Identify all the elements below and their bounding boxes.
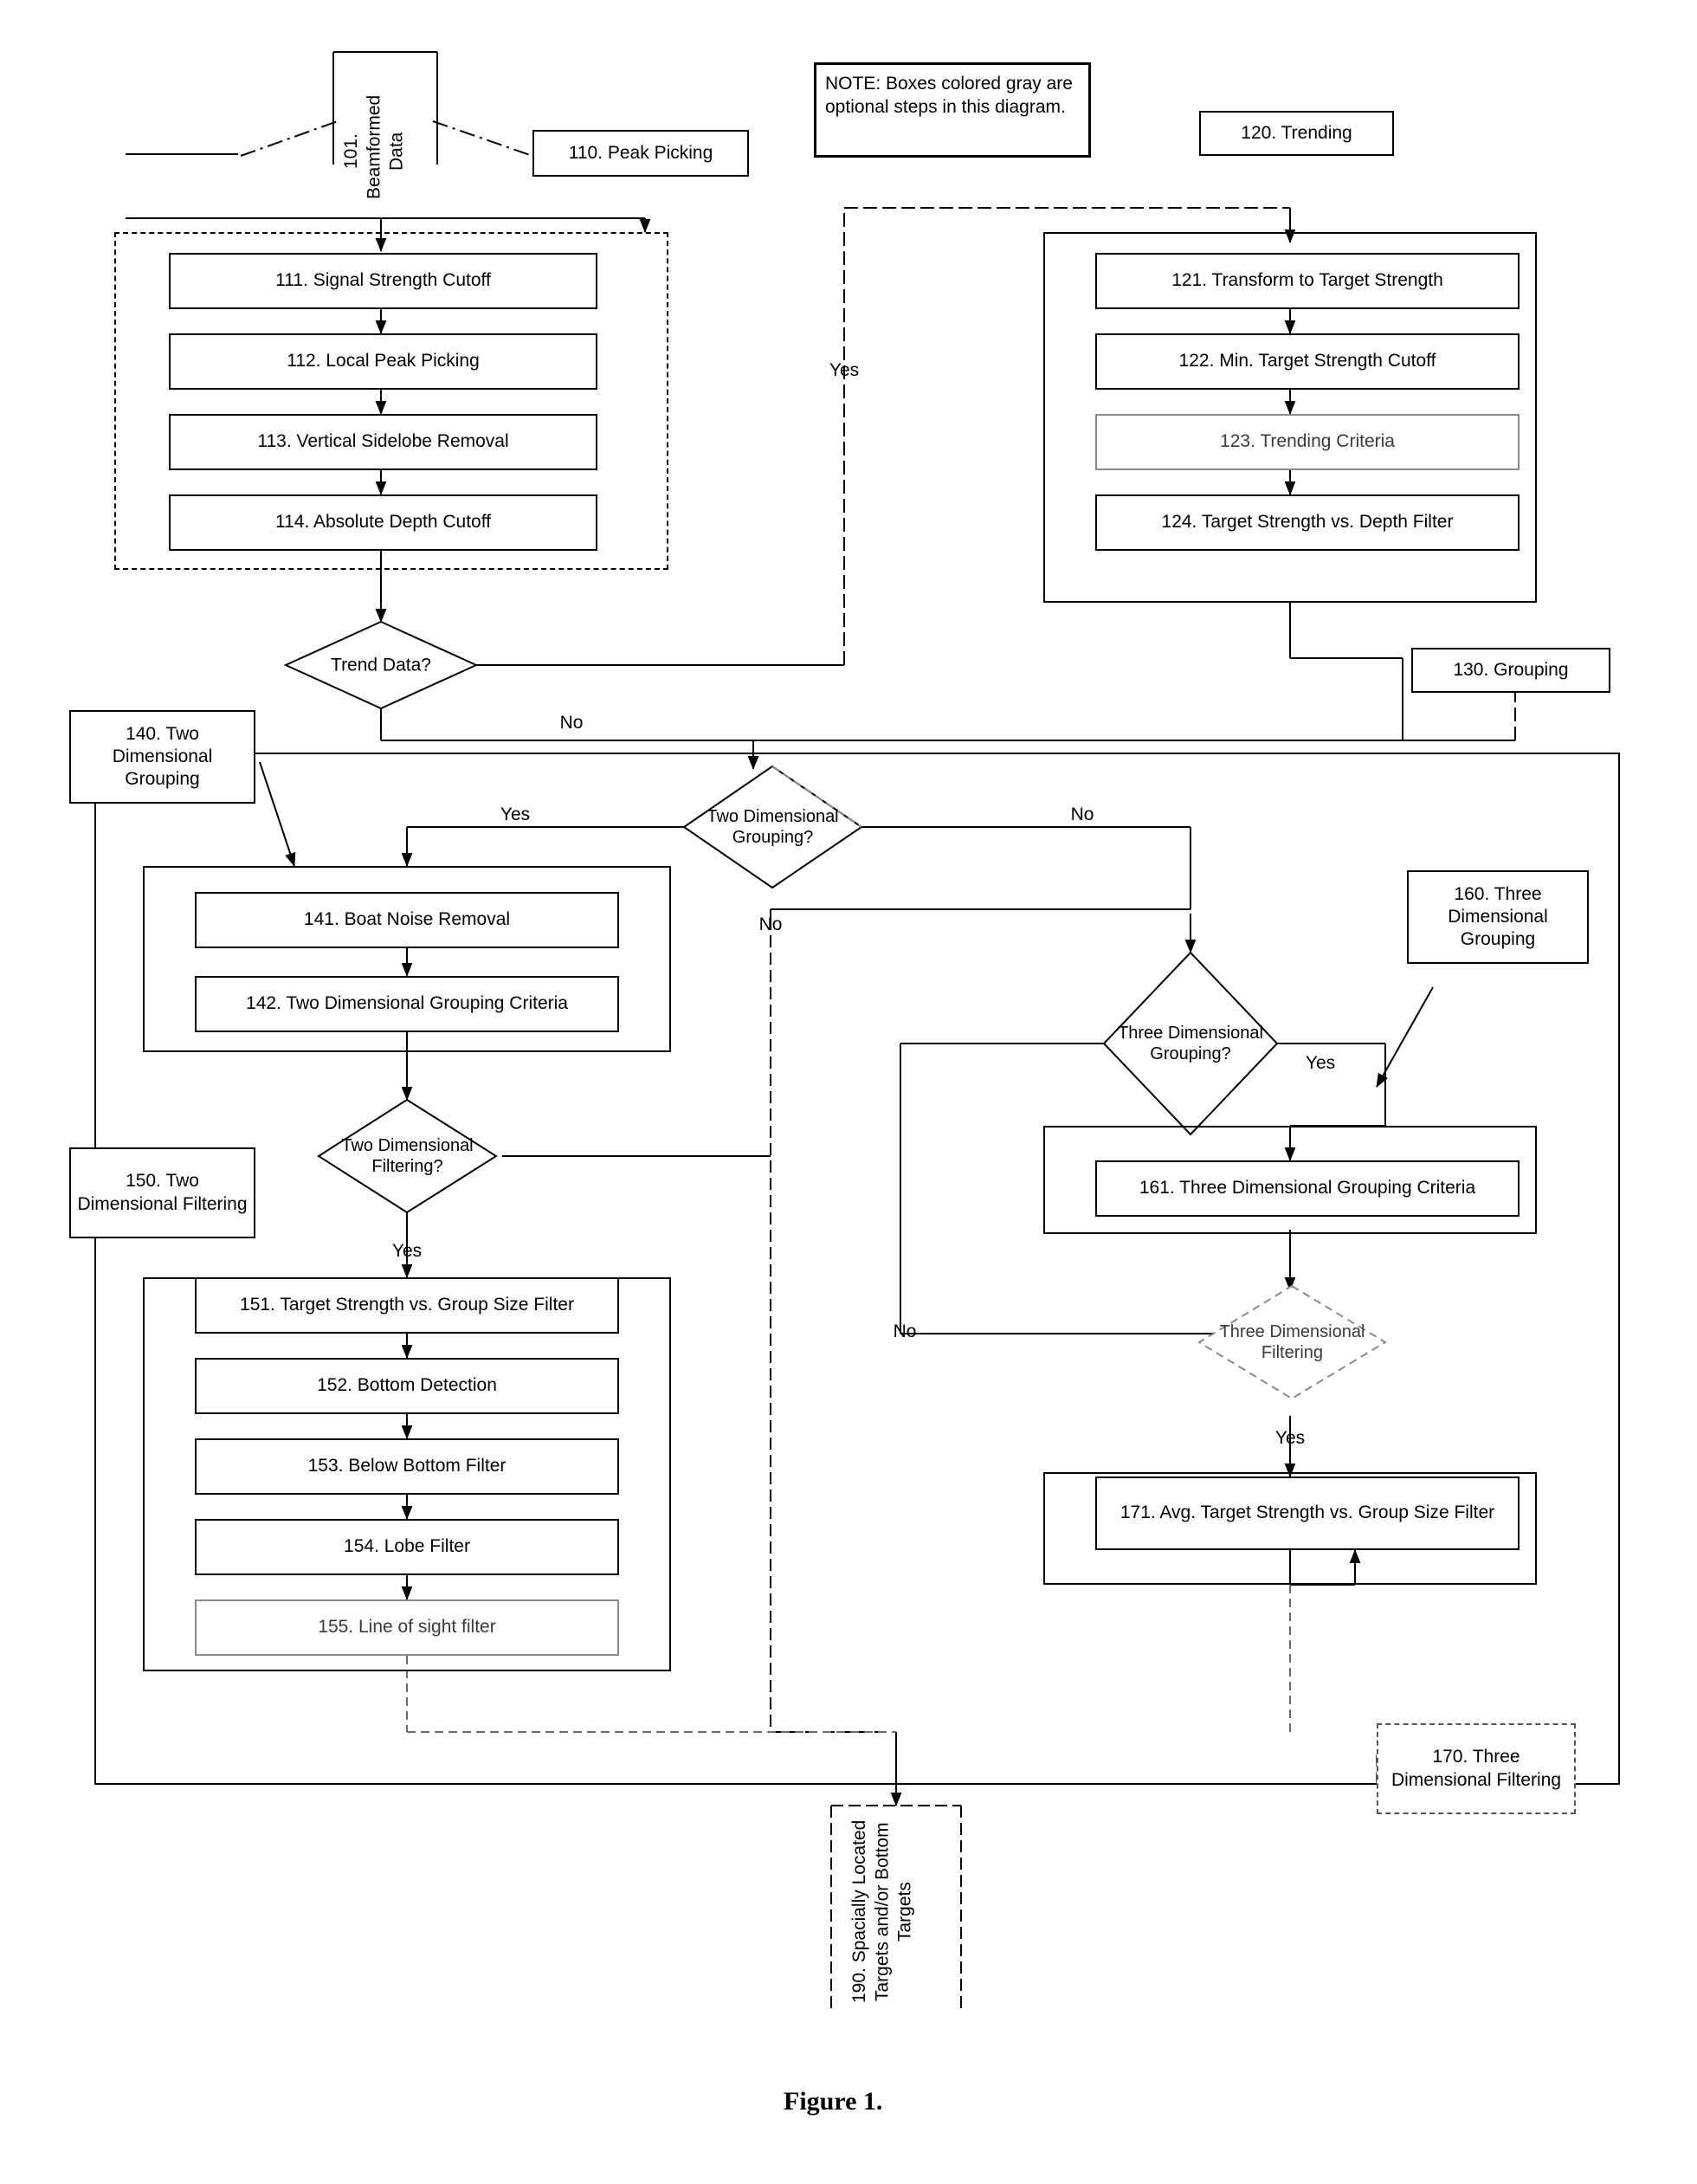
step-155: 155. Line of sight filter xyxy=(195,1599,619,1656)
step-161: 161. Three Dimensional Grouping Criteria xyxy=(1095,1160,1520,1217)
label-no-2dg-down: No xyxy=(758,914,783,934)
section-peak-picking: 110. Peak Picking xyxy=(532,130,749,177)
step-124: 124. Target Strength vs. Depth Filter xyxy=(1095,494,1520,551)
label-yes-trend: Yes xyxy=(829,360,860,380)
step-112: 112. Local Peak Picking xyxy=(169,333,597,390)
label-no-trend: No xyxy=(559,713,584,733)
label-no-2dg: No xyxy=(1070,804,1094,824)
step-111: 111. Signal Strength Cutoff xyxy=(169,253,597,309)
step-113: 113. Vertical Sidelobe Removal xyxy=(169,414,597,470)
label-yes-3df: Yes xyxy=(1274,1428,1306,1448)
decision-three-dim-grouping: Three Dimensional Grouping? xyxy=(1102,951,1279,1136)
section-two-dimensional-filtering: 150. Two Dimensional Filtering xyxy=(69,1147,255,1238)
step-152: 152. Bottom Detection xyxy=(195,1358,619,1414)
section-two-dimensional-grouping: 140. Two Dimensional Grouping xyxy=(69,710,255,804)
section-three-dimensional-filtering: 170. Three Dimensional Filtering xyxy=(1377,1723,1576,1814)
decision-trend-data: Trend Data? xyxy=(283,620,479,710)
output-label: 190. Spacially Located Targets and/or Bo… xyxy=(849,1819,915,2004)
step-114: 114. Absolute Depth Cutoff xyxy=(169,494,597,551)
decision-three-dim-filtering: Three Dimensional Filtering xyxy=(1197,1284,1387,1400)
figure-canvas: 101. Beamformed Data NOTE: Boxes colored… xyxy=(0,0,1697,2184)
step-123: 123. Trending Criteria xyxy=(1095,414,1520,470)
step-171: 171. Avg. Target Strength vs. Group Size… xyxy=(1095,1476,1520,1550)
label-yes-3dg: Yes xyxy=(1305,1053,1336,1073)
step-151: 151. Target Strength vs. Group Size Filt… xyxy=(195,1277,619,1334)
note-box: NOTE: Boxes colored gray are optional st… xyxy=(814,62,1091,158)
beamformed-data-label: 101. Beamformed Data xyxy=(341,94,407,199)
step-141: 141. Boat Noise Removal xyxy=(195,892,619,948)
label-yes-2df: Yes xyxy=(391,1241,423,1261)
step-153: 153. Below Bottom Filter xyxy=(195,1438,619,1495)
section-three-dimensional-grouping: 160. Three Dimensional Grouping xyxy=(1407,870,1589,964)
step-122: 122. Min. Target Strength Cutoff xyxy=(1095,333,1520,390)
section-trending: 120. Trending xyxy=(1199,111,1394,156)
figure-caption: Figure 1. xyxy=(784,2087,883,2116)
decision-two-dim-filtering: Two Dimensional Filtering? xyxy=(317,1098,498,1214)
decision-two-dim-grouping: Two Dimensional Grouping? xyxy=(682,765,863,889)
label-yes-2dg: Yes xyxy=(500,804,531,824)
section-grouping: 130. Grouping xyxy=(1411,648,1610,693)
step-142: 142. Two Dimensional Grouping Criteria xyxy=(195,976,619,1032)
step-121: 121. Transform to Target Strength xyxy=(1095,253,1520,309)
label-no-3dg: No xyxy=(893,1321,917,1341)
step-154: 154. Lobe Filter xyxy=(195,1519,619,1575)
